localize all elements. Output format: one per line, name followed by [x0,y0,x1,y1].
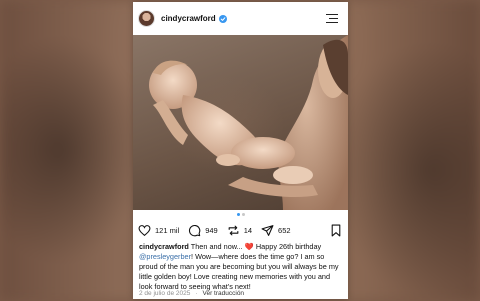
post-date: 2 de julio de 2025 [139,290,191,297]
comment-action[interactable]: 949 [188,224,218,237]
caption-author[interactable]: cindycrawford [139,242,189,251]
avatar[interactable] [138,10,155,27]
post-photo [133,35,348,210]
carousel-indicator [133,213,348,216]
menu-icon[interactable] [326,14,338,23]
photo-illustration [149,35,348,210]
post-caption: cindycrawford Then and now... ❤️ Happy 2… [139,242,345,292]
username[interactable]: cindycrawford [161,14,216,23]
send-icon[interactable] [261,224,274,237]
like-action[interactable]: 121 mil [138,224,179,237]
comment-icon[interactable] [188,224,201,237]
verified-badge-icon [218,14,227,23]
instagram-post-card: cindycrawford 121 mil 949 14 652 cindycr… [133,2,348,299]
comment-count: 949 [205,225,218,235]
caption-text-2: Happy 26th birthday [255,242,322,251]
repost-action[interactable]: 14 [227,224,252,237]
carousel-dot[interactable] [241,213,245,216]
post-meta: 2 de julio de 2025 · Ver traducción [139,290,245,297]
share-action[interactable]: 652 [261,224,291,237]
caption-text-1: Then and now... [190,242,243,251]
carousel-dot-active[interactable] [236,213,240,216]
bookmark-icon[interactable] [330,224,342,237]
heart-icon[interactable] [138,224,151,237]
repost-count: 14 [243,225,253,235]
repost-icon[interactable] [227,224,240,237]
translate-link[interactable]: Ver traducción [203,290,245,297]
post-header: cindycrawford [133,2,348,35]
red-heart-emoji-icon: ❤️ [244,242,254,251]
like-count: 121 mil [155,225,180,235]
caption-mention-link[interactable]: @presleygerber [139,252,191,261]
action-bar: 121 mil 949 14 652 [138,221,342,239]
share-count: 652 [278,225,291,235]
